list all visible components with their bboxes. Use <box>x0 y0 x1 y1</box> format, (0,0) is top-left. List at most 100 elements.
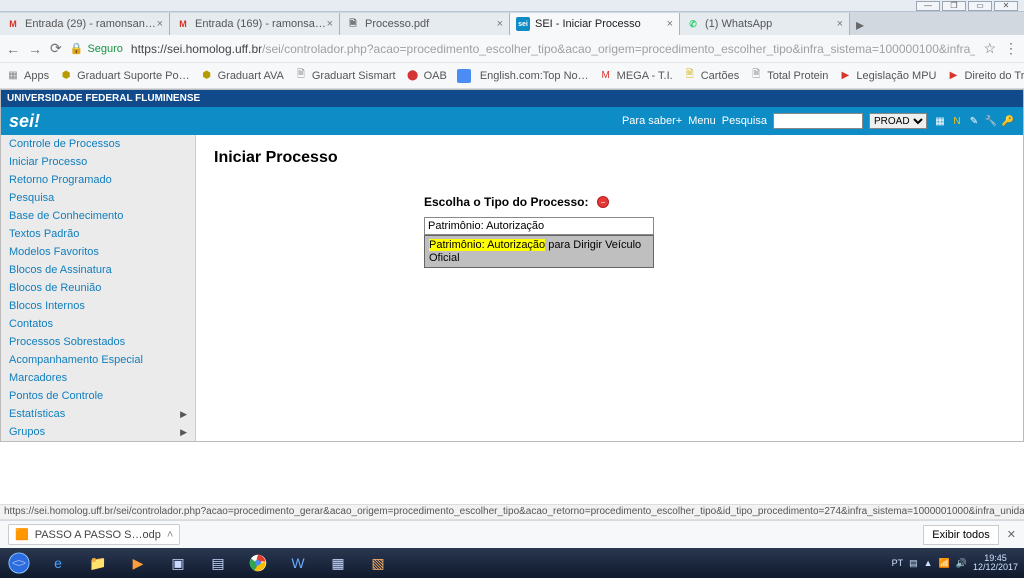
taskbar-word-icon[interactable]: W <box>278 548 318 578</box>
taskbar-app3-icon[interactable]: ▦ <box>318 548 358 578</box>
sei-toolbar-icon[interactable]: ✎ <box>967 114 981 128</box>
sidebar-item[interactable]: Retorno Programado <box>1 171 195 189</box>
process-type-suggestion[interactable]: Patrimônio: Autorização para Dirigir Veí… <box>424 235 654 268</box>
side-menu: Controle de ProcessosIniciar ProcessoRet… <box>1 135 196 441</box>
sei-toolbar-icon[interactable]: N <box>950 114 964 128</box>
tray-network-icon[interactable]: 📶 <box>939 558 950 569</box>
sei-logo: sei! <box>9 111 40 132</box>
chevron-up-icon[interactable]: ˄ <box>167 529 173 541</box>
close-tab-icon[interactable]: × <box>837 18 843 30</box>
bookmark-favicon-icon: ⬢ <box>200 69 214 83</box>
sidebar-item[interactable]: Textos Padrão <box>1 225 195 243</box>
show-all-downloads-button[interactable]: Exibir todos <box>923 525 998 545</box>
bookmark-item[interactable]: ⬢Graduart AVA <box>200 69 284 83</box>
sidebar-item[interactable]: Controle de Processos <box>1 135 195 153</box>
secure-indicator: 🔒 Seguro <box>70 42 123 55</box>
bookmark-label: Cartões <box>701 70 740 82</box>
close-tab-icon[interactable]: × <box>157 18 163 30</box>
unit-select[interactable]: PROAD <box>869 113 927 129</box>
browser-tab[interactable]: ✆(1) WhatsApp× <box>680 13 850 35</box>
bookmark-item[interactable]: ⬢Graduart Suporte Po… <box>59 69 190 83</box>
tray-volume-icon[interactable]: 🔊 <box>956 558 967 569</box>
sidebar-item[interactable]: Blocos de Assinatura <box>1 261 195 279</box>
reload-button[interactable]: ⟳ <box>50 40 62 57</box>
taskbar-app-icon[interactable]: ▣ <box>158 548 198 578</box>
back-button[interactable]: ← <box>6 41 20 57</box>
status-bar-url: https://sei.homolog.uff.br/sei/controlad… <box>0 504 1024 520</box>
bookmark-item[interactable]: 🗎Total Protein <box>749 69 828 83</box>
taskbar-chrome-icon[interactable] <box>238 548 278 578</box>
tray-clock[interactable]: 19:45 12/12/2017 <box>973 554 1018 573</box>
close-tab-icon[interactable]: × <box>497 18 503 30</box>
tray-arrow-icon[interactable]: ▲ <box>924 558 933 568</box>
bookmark-item[interactable]: ⬤OAB <box>406 69 447 83</box>
choose-type-section: Escolha o Tipo do Processo: − Patrimônio… <box>424 193 1005 268</box>
sidebar-item[interactable]: Base de Conhecimento <box>1 207 195 225</box>
link-para-saber[interactable]: Para saber+ <box>622 115 682 127</box>
system-tray: PT ▤ ▲ 📶 🔊 19:45 12/12/2017 <box>892 554 1024 573</box>
forward-button[interactable]: → <box>28 41 42 57</box>
tray-keyboard-icon[interactable]: ▤ <box>909 558 918 569</box>
sidebar-item[interactable]: Processos Sobrestados <box>1 333 195 351</box>
sidebar-item-expandable[interactable]: Estatísticas▶ <box>1 405 195 423</box>
browser-tab[interactable]: 🗎Processo.pdf× <box>340 13 510 35</box>
window-minimize-button[interactable]: — <box>916 1 940 11</box>
sidebar-item-expandable[interactable]: Grupos▶ <box>1 423 195 441</box>
url-host: https://sei.homolog.uff.br <box>131 42 262 56</box>
window-restore-button[interactable]: ❐ <box>942 1 966 11</box>
sidebar-item[interactable]: Marcadores <box>1 369 195 387</box>
apps-icon: ▦ <box>6 69 20 83</box>
bookmark-item[interactable]: 🗎Graduart Sismart <box>294 69 396 83</box>
new-tab-button[interactable]: ▸ <box>850 15 870 35</box>
bookmark-item[interactable]: MMEGA - T.I. <box>599 69 673 83</box>
sidebar-item[interactable]: Acompanhamento Especial <box>1 351 195 369</box>
start-button[interactable] <box>0 548 38 578</box>
process-type-input[interactable] <box>424 217 654 235</box>
close-tab-icon[interactable]: × <box>667 18 673 30</box>
window-close-button[interactable]: ✕ <box>994 1 1018 11</box>
sidebar-item[interactable]: Iniciar Processo <box>1 153 195 171</box>
taskbar-explorer-icon[interactable]: 📁 <box>78 548 118 578</box>
close-tab-icon[interactable]: × <box>327 18 333 30</box>
bookmark-label: MEGA - T.I. <box>617 70 673 82</box>
browser-tab[interactable]: MEntrada (169) - ramonsa…× <box>170 13 340 35</box>
sidebar-item[interactable]: Pontos de Controle <box>1 387 195 405</box>
bookmark-item[interactable]: PEnglish.com:Top No… <box>457 69 589 83</box>
taskbar-media-icon[interactable]: ▶ <box>118 548 158 578</box>
sidebar-item[interactable]: Modelos Favoritos <box>1 243 195 261</box>
bookmark-item[interactable]: ▶Direito do Trabalho <box>946 69 1024 83</box>
tab-label: (1) WhatsApp <box>705 18 772 30</box>
close-downloads-bar-icon[interactable]: ✕ <box>1007 528 1016 541</box>
bookmark-favicon-icon: 🗎 <box>294 69 308 83</box>
download-chip[interactable]: 🟧 PASSO A PASSO S…odp ˄ <box>8 524 180 545</box>
taskbar-impress-icon[interactable]: ▧ <box>358 548 398 578</box>
choose-type-label: Escolha o Tipo do Processo: <box>424 195 588 209</box>
apps-label: Apps <box>24 70 49 82</box>
sidebar-item[interactable]: Blocos Internos <box>1 297 195 315</box>
browser-tab[interactable]: seiSEI - Iniciar Processo× <box>510 13 680 35</box>
bookmark-favicon-icon: P <box>457 69 471 83</box>
url-path: /sei/controlador.php?acao=procedimento_e… <box>262 42 975 56</box>
sidebar-item[interactable]: Contatos <box>1 315 195 333</box>
taskbar-app2-icon[interactable]: ▤ <box>198 548 238 578</box>
sidebar-item[interactable]: Pesquisa <box>1 189 195 207</box>
url-field[interactable]: https://sei.homolog.uff.br/sei/controlad… <box>131 42 976 56</box>
bookmark-item[interactable]: 🗎Cartões <box>683 69 740 83</box>
bookmark-item[interactable]: ▶Legislação MPU <box>838 69 936 83</box>
sidebar-item[interactable]: Blocos de Reunião <box>1 279 195 297</box>
tray-lang[interactable]: PT <box>892 558 904 568</box>
tab-label: Processo.pdf <box>365 18 429 30</box>
sei-toolbar-icon[interactable]: 🔑 <box>1001 114 1015 128</box>
sei-toolbar-icon[interactable]: ▦ <box>933 114 947 128</box>
taskbar-ie-icon[interactable]: e <box>38 548 78 578</box>
window-maximize-button[interactable]: ▭ <box>968 1 992 11</box>
link-menu[interactable]: Menu <box>688 115 716 127</box>
toggle-all-types-icon[interactable]: − <box>597 196 609 208</box>
browser-menu-icon[interactable]: ⋮ <box>1004 40 1018 57</box>
search-input[interactable] <box>773 113 863 129</box>
chevron-right-icon: ▶ <box>180 427 187 438</box>
bookmark-star-icon[interactable]: ☆ <box>983 40 996 57</box>
sei-toolbar-icon[interactable]: 🔧 <box>984 114 998 128</box>
browser-tab[interactable]: MEntrada (29) - ramonsan…× <box>0 13 170 35</box>
apps-button[interactable]: ▦ Apps <box>6 69 49 83</box>
